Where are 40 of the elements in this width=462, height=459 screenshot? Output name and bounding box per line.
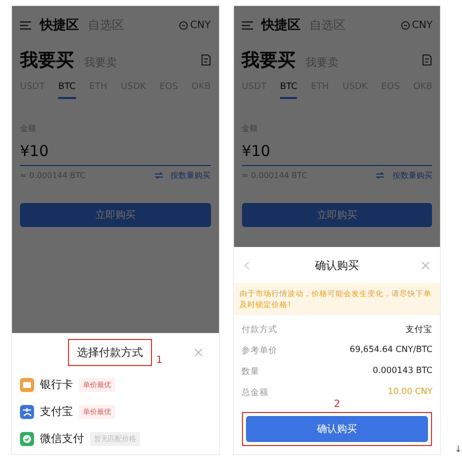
currency-label[interactable]: CNY <box>190 20 211 30</box>
menu-icon[interactable] <box>242 20 253 30</box>
detail-value: 69,654.64 CNY/BTC <box>350 345 432 357</box>
currency-icon <box>400 20 410 30</box>
payment-method[interactable]: 支付宝 <box>40 404 73 419</box>
coin-tab[interactable]: BTC <box>58 82 76 99</box>
currency-label[interactable]: CNY <box>412 20 432 30</box>
document-icon[interactable] <box>422 54 432 66</box>
detail-value: 支付宝 <box>405 324 432 336</box>
trade-tab[interactable]: 我要买 <box>20 48 74 72</box>
swap-icon <box>376 172 384 179</box>
buy-button[interactable]: 立即购买 <box>242 203 432 227</box>
annotation-number: 1 <box>156 354 163 366</box>
nav-tab[interactable]: 快捷区 <box>40 16 79 34</box>
confirm-button[interactable]: 确认购买 <box>246 416 428 442</box>
detail-label: 参考单价 <box>242 345 278 357</box>
scroll-mark: ↓ <box>454 445 462 455</box>
document-icon[interactable] <box>200 54 211 66</box>
sheet-title: 选择付款方式 <box>68 338 152 366</box>
nav-tab[interactable]: 快捷区 <box>262 16 301 34</box>
detail-label: 总金额 <box>242 387 269 399</box>
swap-icon <box>154 172 163 179</box>
detail-value: 10.00 CNY <box>388 387 432 399</box>
currency-icon <box>179 20 188 30</box>
coin-tab[interactable]: BTC <box>280 82 298 99</box>
close-icon[interactable] <box>421 261 430 270</box>
amount-field[interactable]: ¥10 <box>20 142 211 166</box>
amount-field[interactable]: ¥10 <box>242 142 432 166</box>
switch-link[interactable]: 按数量购买 <box>170 170 211 181</box>
detail-value: 0.000143 BTC <box>372 366 432 378</box>
annotation-number: 2 <box>334 399 340 410</box>
trade-tab[interactable]: 我要买 <box>242 48 296 72</box>
payment-method[interactable]: 银行卡 <box>40 377 73 392</box>
detail-label: 付款方式 <box>242 324 278 336</box>
detail-label: 数量 <box>242 366 260 378</box>
sheet-title: 确认购买 <box>315 258 360 273</box>
switch-link[interactable]: 按数量购买 <box>392 170 432 181</box>
close-icon[interactable] <box>194 348 203 356</box>
buy-button[interactable]: 立即购买 <box>20 203 211 227</box>
menu-icon[interactable] <box>20 20 31 30</box>
